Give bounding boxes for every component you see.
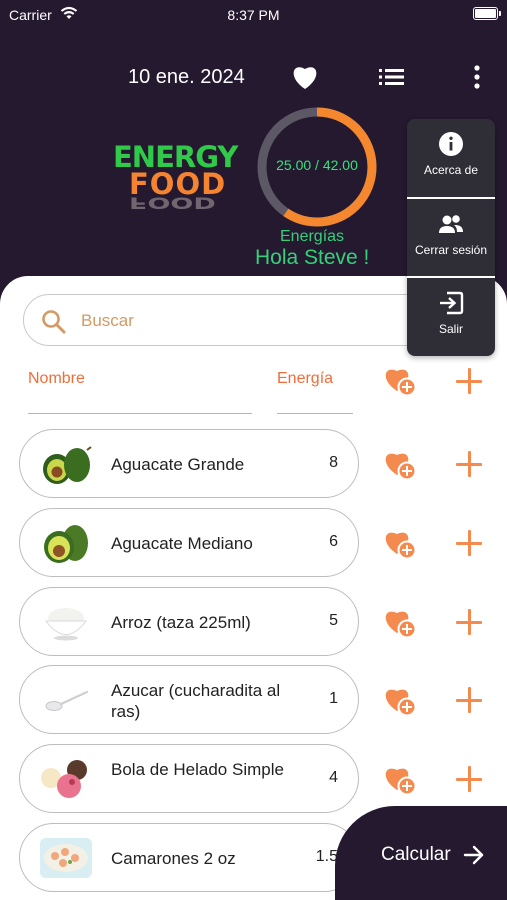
add-food-button[interactable] [456, 687, 482, 713]
users-icon [439, 215, 463, 233]
food-energy: 8 [329, 454, 338, 471]
menu-item-label: Cerrar sesión [414, 243, 488, 257]
calculate-label: Calcular [381, 844, 451, 865]
more-vertical-icon[interactable] [473, 65, 481, 89]
info-icon [439, 132, 463, 156]
food-name: Camarones 2 oz [111, 849, 236, 868]
food-name: Aguacate Grande [111, 455, 245, 474]
header-date[interactable]: 10 ene. 2024 [128, 66, 245, 89]
ice-cream-image [41, 760, 87, 798]
overflow-menu: Acerca de Cerrar sesión Salir [407, 119, 495, 356]
arrow-right-icon [463, 845, 484, 865]
menu-item-about[interactable]: Acerca de [407, 119, 495, 197]
avocado-half-image [44, 525, 88, 563]
add-food-button[interactable] [456, 766, 482, 792]
sugar-spoon-image [45, 690, 89, 711]
calculate-button[interactable]: Calcular [335, 806, 507, 900]
avocado-image [43, 446, 92, 484]
menu-item-label: Acerca de [423, 163, 479, 177]
favorite-add-icon[interactable] [383, 763, 419, 797]
column-name-label: Nombre [28, 370, 85, 387]
list-icon[interactable] [379, 68, 404, 86]
food-energy: 1 [329, 690, 338, 707]
column-name-header[interactable]: Nombre [28, 370, 252, 414]
food-energy: 6 [329, 533, 338, 550]
food-energy: 5 [329, 612, 338, 629]
rice-bowl-image [45, 608, 87, 641]
add-food-button[interactable] [456, 451, 482, 477]
search-input[interactable] [81, 308, 401, 334]
food-row[interactable]: Camarones 2 oz 1.5 [19, 823, 359, 892]
search-icon [42, 310, 66, 334]
food-row[interactable]: Aguacate Grande 8 [19, 429, 359, 498]
column-energy-header[interactable]: Energía [277, 370, 353, 414]
food-name: Azucar (cucharadita al ras) [111, 681, 281, 721]
food-row[interactable]: Aguacate Mediano 6 [19, 508, 359, 577]
favorite-add-all-icon[interactable] [383, 364, 419, 398]
add-food-button[interactable] [456, 609, 482, 635]
food-name: Aguacate Mediano [111, 534, 253, 553]
battery-icon [473, 7, 501, 20]
energy-food-logo: ENERGY FOOD FOOD [113, 140, 253, 220]
favorite-add-icon[interactable] [383, 606, 419, 640]
energy-progress-label: 25.00 / 42.00 [276, 157, 358, 173]
favorite-add-icon[interactable] [383, 448, 419, 482]
favorite-add-icon[interactable] [383, 684, 419, 718]
status-time: 8:37 PM [227, 7, 280, 23]
favorites-heart-icon[interactable] [291, 64, 319, 90]
exit-icon [440, 291, 464, 315]
food-name: Bola de Helado Simple [111, 760, 284, 779]
column-energy-label: Energía [277, 370, 334, 387]
shrimp-dish-image [40, 838, 92, 878]
menu-item-label: Salir [438, 322, 463, 336]
favorite-add-icon[interactable] [383, 527, 419, 561]
status-bar: Carrier 8:37 PM [0, 4, 507, 26]
food-energy: 4 [329, 769, 338, 786]
menu-item-exit[interactable]: Salir [407, 278, 495, 356]
food-row[interactable]: Arroz (taza 225ml) 5 [19, 587, 359, 656]
food-row[interactable]: Azucar (cucharadita al ras) 1 [19, 665, 359, 734]
add-food-button[interactable] [456, 530, 482, 556]
menu-item-logout[interactable]: Cerrar sesión [407, 199, 495, 277]
greeting-text: Hola Steve ! [255, 246, 370, 269]
add-all-button[interactable] [456, 368, 482, 394]
food-row[interactable]: Bola de Helado Simple 4 [19, 744, 359, 813]
logo-food-reflection: FOOD [129, 193, 216, 212]
energy-caption: Energías [280, 228, 345, 245]
food-name: Arroz (taza 225ml) [111, 613, 251, 632]
